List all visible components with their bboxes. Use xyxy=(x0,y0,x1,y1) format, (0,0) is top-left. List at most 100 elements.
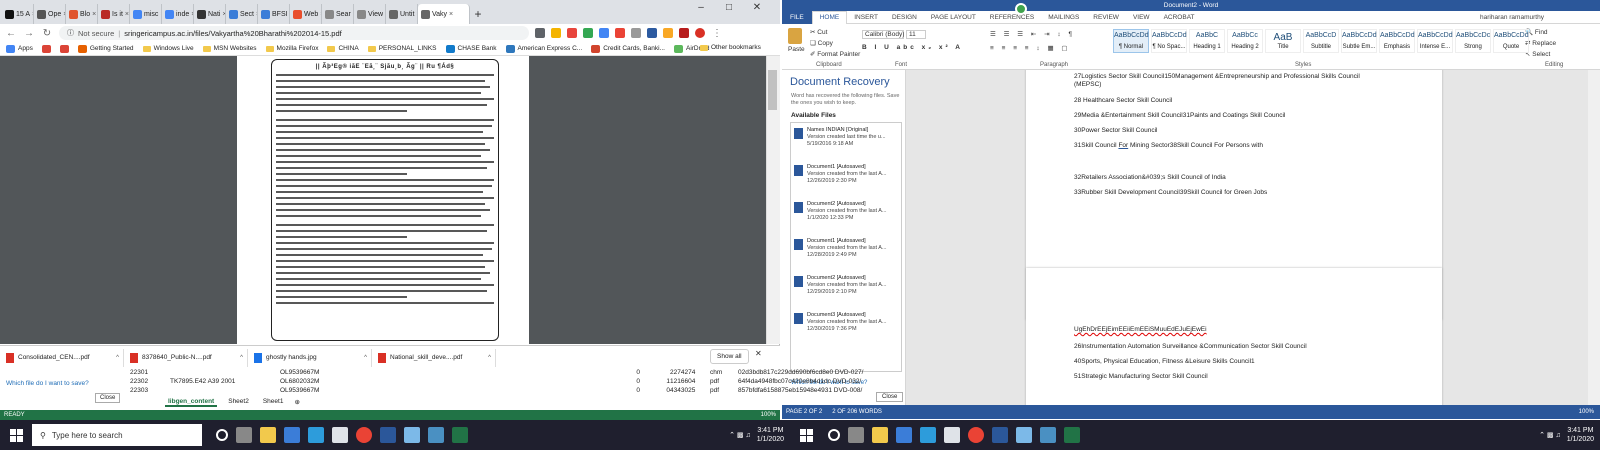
bookmark-item[interactable] xyxy=(41,44,51,53)
extension-icon[interactable] xyxy=(567,28,577,38)
task-view-icon[interactable] xyxy=(236,427,252,443)
chrome-taskbar-icon[interactable] xyxy=(968,427,984,443)
chrome-menu-icon[interactable]: ⋮ xyxy=(711,28,723,39)
table-cell[interactable]: 4343025 xyxy=(670,387,710,396)
replace-button[interactable]: ⇄ Replace xyxy=(1525,39,1556,47)
tab-close-icon[interactable]: × xyxy=(449,11,453,18)
table-row[interactable]: 22303 OL9539667M 0 0 4343025 pdf 857bfdfa61588… xyxy=(130,387,908,396)
bookmark-item[interactable]: Windows Live xyxy=(142,45,194,52)
ribbon-tab[interactable]: FILE xyxy=(782,10,812,24)
table-cell[interactable]: 64f4da4948fbc07c420e8b4d1dc DVD-032/ xyxy=(738,378,908,387)
document-paragraph[interactable]: 51Strategic Manufacturing Sector Skill C… xyxy=(1074,373,1208,380)
browser-tab[interactable]: Ope× xyxy=(34,4,66,24)
ribbon-tab[interactable]: MAILINGS xyxy=(1041,14,1086,21)
table-cell[interactable]: pdf xyxy=(710,378,738,387)
ribbon-tab[interactable]: HOME xyxy=(811,10,848,24)
cortana-icon[interactable] xyxy=(216,429,228,441)
browser-tab[interactable]: Is it × xyxy=(98,4,130,24)
recovered-file-item[interactable]: Document2 [Autosaved] Version created fro… xyxy=(794,201,900,222)
address-bar[interactable]: ⓘ Not secure | sringericampus.ac.in/file… xyxy=(59,26,529,40)
word-taskbar-icon[interactable] xyxy=(380,427,396,443)
excel-taskbar-icon[interactable] xyxy=(452,427,468,443)
word-zoom[interactable]: 100% xyxy=(1579,409,1600,415)
sheet-tab[interactable]: Sheet1 xyxy=(260,398,287,407)
style-option[interactable]: AaBbC Heading 1 xyxy=(1189,29,1225,53)
browser-tab[interactable]: View× xyxy=(354,4,386,24)
style-option[interactable]: AaBbCcDd ¶ Normal xyxy=(1113,29,1149,53)
app-l-icon[interactable] xyxy=(920,427,936,443)
cast-icon[interactable] xyxy=(535,28,545,38)
table-cell[interactable]: 0 xyxy=(410,369,640,378)
extension-icon[interactable] xyxy=(647,28,657,38)
chrome-taskbar-icon[interactable] xyxy=(356,427,372,443)
table-cell[interactable]: OL6802032M xyxy=(280,378,410,387)
extension-icon[interactable] xyxy=(631,28,641,38)
recovered-file-item[interactable]: Document3 [Autosaved] Version created fro… xyxy=(794,312,900,333)
excel-zoom[interactable]: 100% xyxy=(761,412,776,418)
bookmark-item[interactable]: American Express C... xyxy=(505,44,582,53)
windows-start-icon[interactable] xyxy=(796,425,816,445)
ribbon-tab[interactable]: INSERT xyxy=(847,14,885,21)
pdf-scroll-thumb[interactable] xyxy=(768,70,777,110)
system-tray[interactable]: ⌃ ▩ ♫ 3:41 PM 1/1/2020 xyxy=(1539,426,1600,444)
minimize-icon[interactable]: – xyxy=(690,2,712,13)
align-buttons[interactable]: ≡ ≡ ≡ ≡ ↕ ▦ ▢ xyxy=(990,44,1071,52)
browser-tab[interactable]: Sect× xyxy=(226,4,258,24)
cut-button[interactable]: ✂ Cut xyxy=(810,28,827,36)
download-item[interactable]: Consolidated_CEN....pdf ^ xyxy=(6,348,124,367)
excel-help-link[interactable]: Which file do I want to save? xyxy=(6,380,89,387)
format-painter-button[interactable]: ✐ Format Painter xyxy=(810,50,860,58)
font-format-buttons[interactable]: B I U abc x₂ x² A xyxy=(862,44,963,51)
table-cell[interactable] xyxy=(170,369,280,378)
chevron-up-icon[interactable]: ^ xyxy=(364,355,367,361)
paste-button[interactable]: Paste xyxy=(788,46,805,53)
bookmark-item[interactable] xyxy=(59,44,69,53)
store-icon[interactable] xyxy=(284,427,300,443)
table-row[interactable]: 22301 OL9539667M 0 2274274 chm 02d3bdb817c229… xyxy=(130,369,908,378)
document-paragraph[interactable]: 27Logistics Sector Skill Council150Manag… xyxy=(1074,73,1360,80)
browser-tab[interactable]: Web× xyxy=(290,4,322,24)
tab-close-icon[interactable]: × xyxy=(125,11,129,18)
style-option[interactable]: AaB Title xyxy=(1265,29,1301,53)
app-l-icon[interactable] xyxy=(308,427,324,443)
word-user-name[interactable]: hariharan ramamurthy xyxy=(1480,14,1544,21)
style-option[interactable]: AaBbCc Heading 2 xyxy=(1227,29,1263,53)
download-shelf-close-icon[interactable]: ✕ xyxy=(755,349,762,358)
table-cell[interactable]: 22301 xyxy=(130,369,170,378)
browser-tab[interactable]: BFSI× xyxy=(258,4,290,24)
bookmark-item[interactable]: MSN Websites xyxy=(202,45,257,52)
close-icon[interactable]: ✕ xyxy=(746,2,768,13)
system-tray[interactable]: ⌃ ▩ ♫ 3:41 PM 1/1/2020 xyxy=(729,426,790,444)
app-icon[interactable] xyxy=(332,427,348,443)
bookmark-item[interactable]: Mozilla Firefox xyxy=(265,45,318,52)
browser-tab[interactable]: Untit× xyxy=(386,4,418,24)
table-cell[interactable]: OL9539667M xyxy=(280,369,410,378)
table-cell[interactable]: OL9539667M xyxy=(280,387,410,396)
list-buttons[interactable]: ☰ ☰ ☰ ⇤ ⇥ ↕ ¶ xyxy=(990,30,1075,38)
table-cell[interactable] xyxy=(640,369,670,378)
table-cell[interactable]: 0 xyxy=(410,378,640,387)
info-icon[interactable]: ⓘ xyxy=(67,28,74,38)
file-explorer-icon[interactable] xyxy=(872,427,888,443)
sheet-tab[interactable]: libgen_content xyxy=(165,398,218,407)
extension-icon[interactable] xyxy=(615,28,625,38)
extension-icon[interactable] xyxy=(583,28,593,38)
download-item[interactable]: 8378640_Public-N....pdf ^ xyxy=(130,348,248,367)
chevron-up-icon[interactable]: ^ xyxy=(116,355,119,361)
task-view-icon[interactable] xyxy=(848,427,864,443)
add-sheet-icon[interactable]: ⊕ xyxy=(294,398,299,407)
new-tab-icon[interactable]: + xyxy=(470,4,486,24)
app-icon[interactable] xyxy=(944,427,960,443)
word-taskbar-icon[interactable] xyxy=(992,427,1008,443)
ribbon-tab[interactable]: REFERENCES xyxy=(983,14,1041,21)
store-icon[interactable] xyxy=(896,427,912,443)
ribbon-tab[interactable]: PAGE LAYOUT xyxy=(924,14,983,21)
table-cell[interactable]: 2274274 xyxy=(670,369,710,378)
other-bookmarks[interactable]: Other bookmarks xyxy=(700,44,761,51)
browser-tab[interactable]: Sear× xyxy=(322,4,354,24)
browser-tab[interactable]: Blo × xyxy=(66,4,98,24)
document-paragraph[interactable]: 33Rubber Skill Development Council39Skil… xyxy=(1074,189,1267,196)
ribbon-tab[interactable]: REVIEW xyxy=(1086,14,1126,21)
app-icon[interactable] xyxy=(1016,427,1032,443)
table-cell[interactable]: 1 xyxy=(640,378,670,387)
